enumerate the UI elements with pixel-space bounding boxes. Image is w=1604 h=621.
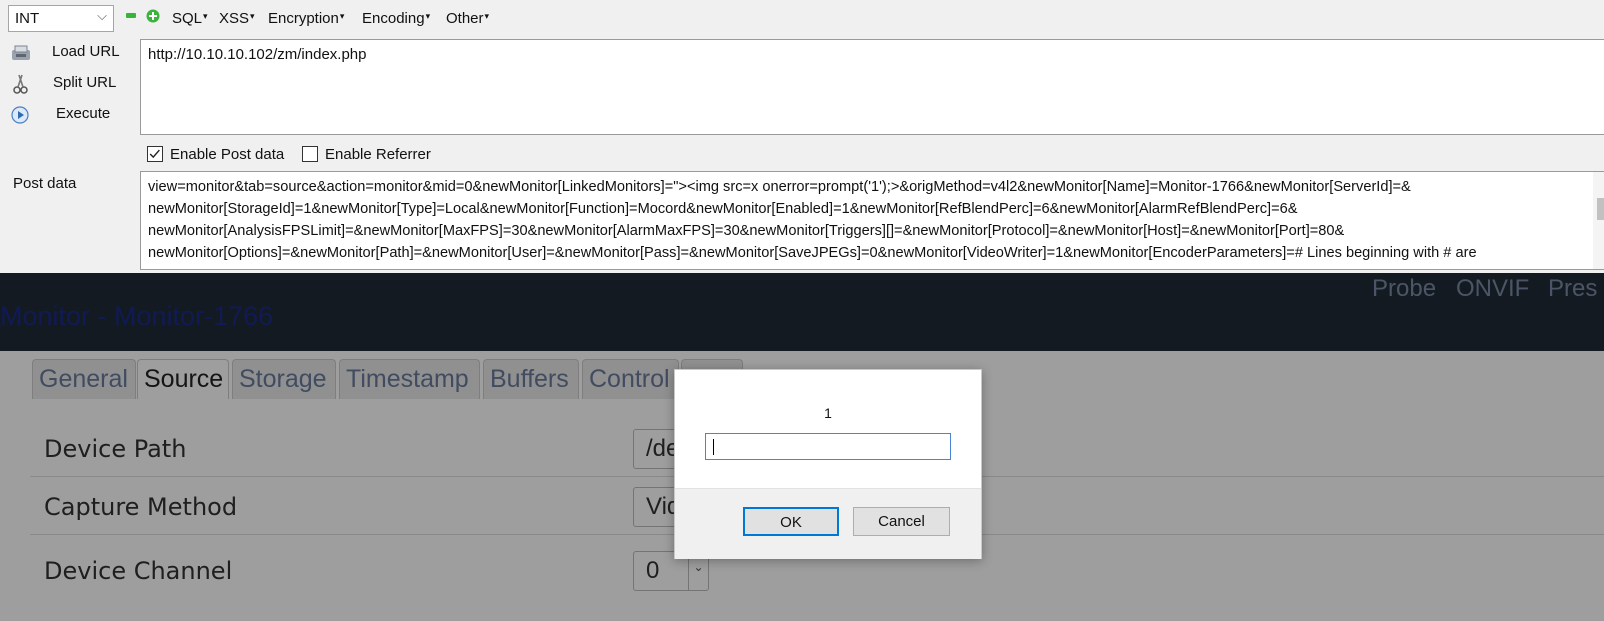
type-select[interactable]: INT ⌵ [8,5,114,32]
prompt-footer: OK Cancel [675,488,981,559]
prompt-dialog: 1 OK Cancel [674,369,982,559]
post-data-line: newMonitor[Options]=&newMonitor[Path]=&n… [148,245,1477,261]
chevron-down-icon: ⌵ [97,8,107,23]
enable-post-data-label: Enable Post data [170,146,285,163]
menu-other[interactable]: Other▾ [446,10,489,27]
menu-encoding-label: Encoding [362,10,425,27]
menu-encryption-label: Encryption [268,10,339,27]
menu-xss[interactable]: XSS▾ [219,10,255,27]
type-select-value: INT [15,10,40,27]
checkbox-box [147,146,163,162]
checkbox-box [302,146,318,162]
hackbar-panel: INT ⌵ SQL▾ XSS▾ Encryption▾ Encoding▾ Ot… [0,0,1604,273]
plus-icon[interactable] [146,9,160,23]
cancel-button[interactable]: Cancel [853,507,950,536]
scrollbar-thumb[interactable] [1597,198,1604,220]
post-data-label: Post data [13,175,77,192]
split-url-button[interactable]: Split URL [10,71,130,99]
post-data-line: view=monitor&tab=source&action=monitor&m… [148,179,1411,195]
text-cursor [713,439,714,455]
menu-encryption[interactable]: Encryption▾ [268,10,344,27]
post-data-textarea[interactable]: view=monitor&tab=source&action=monitor&m… [140,171,1604,270]
enable-referrer-label: Enable Referrer [325,146,431,163]
post-data-scrollbar[interactable] [1593,172,1604,269]
url-textarea[interactable]: http://10.10.10.102/zm/index.php [140,39,1604,135]
execute-label: Execute [56,105,111,122]
load-url-button[interactable]: Load URL [10,40,130,68]
url-value: http://10.10.10.102/zm/index.php [148,46,367,63]
menu-other-label: Other [446,10,484,27]
prompt-message: 1 [824,405,832,421]
split-url-label: Split URL [53,74,117,91]
minus-icon[interactable] [126,13,136,18]
menu-sql-label: SQL [172,10,203,27]
checkmark-icon [149,149,160,159]
post-data-line: newMonitor[AnalysisFPSLimit]=&newMonitor… [148,223,1345,239]
execute-button[interactable]: Execute [10,102,130,130]
load-url-icon [12,45,30,60]
scissors-icon [13,74,28,94]
ok-button[interactable]: OK [743,507,839,536]
prompt-input[interactable] [705,433,951,460]
post-data-line: newMonitor[StorageId]=1&newMonitor[Type]… [148,201,1298,217]
play-circle-icon [11,106,29,124]
menu-sql[interactable]: SQL▾ [172,10,208,27]
menu-xss-label: XSS [219,10,250,27]
menu-encoding[interactable]: Encoding▾ [362,10,430,27]
load-url-label: Load URL [52,43,120,60]
